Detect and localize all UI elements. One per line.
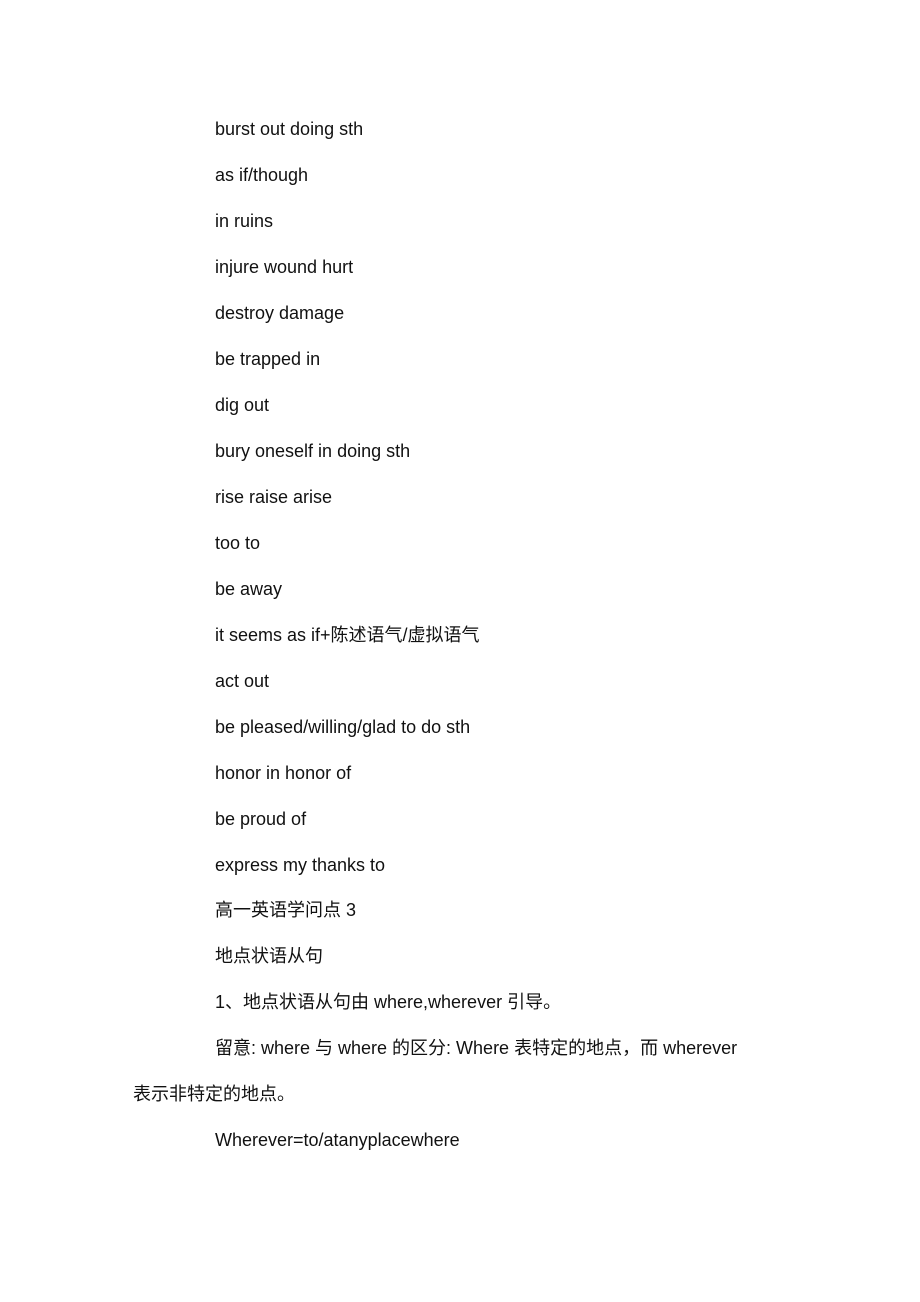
phrase-line: in ruins xyxy=(215,211,274,231)
subsection-title: 地点状语从句 xyxy=(215,946,323,966)
phrase-line: as if/though xyxy=(215,165,309,185)
section-title: 高一英语学问点 3 xyxy=(215,900,357,920)
phrase-line: express my thanks to xyxy=(215,855,386,875)
document-page: burst out doing sth as if/though in ruin… xyxy=(0,0,920,1302)
phrase-line: be pleased/willing/glad to do sth xyxy=(215,717,471,737)
phrase-line: dig out xyxy=(215,395,270,415)
note-line-2: 表示非特定的地点。 xyxy=(133,1084,295,1104)
phrase-line: bury oneself in doing sth xyxy=(215,441,411,461)
phrase-line: be trapped in xyxy=(215,349,321,369)
phrase-line: honor in honor of xyxy=(215,763,352,783)
phrase-line: rise raise arise xyxy=(215,487,333,507)
note-line-1: 留意: where 与 where 的区分: Where 表特定的地点，而 wh… xyxy=(215,1038,738,1058)
phrase-line: it seems as if+陈述语气/虚拟语气 xyxy=(215,625,480,645)
phrase-line: be away xyxy=(215,579,283,599)
phrase-line: destroy damage xyxy=(215,303,345,323)
phrase-line: act out xyxy=(215,671,270,691)
formula-line: Wherever=to/atanyplacewhere xyxy=(215,1130,460,1150)
phrase-line: burst out doing sth xyxy=(215,119,364,139)
point-1: 1、地点状语从句由 where,wherever 引导。 xyxy=(215,992,562,1012)
phrase-line: injure wound hurt xyxy=(215,257,354,277)
phrase-line: too to xyxy=(215,533,261,553)
phrase-line: be proud of xyxy=(215,809,307,829)
